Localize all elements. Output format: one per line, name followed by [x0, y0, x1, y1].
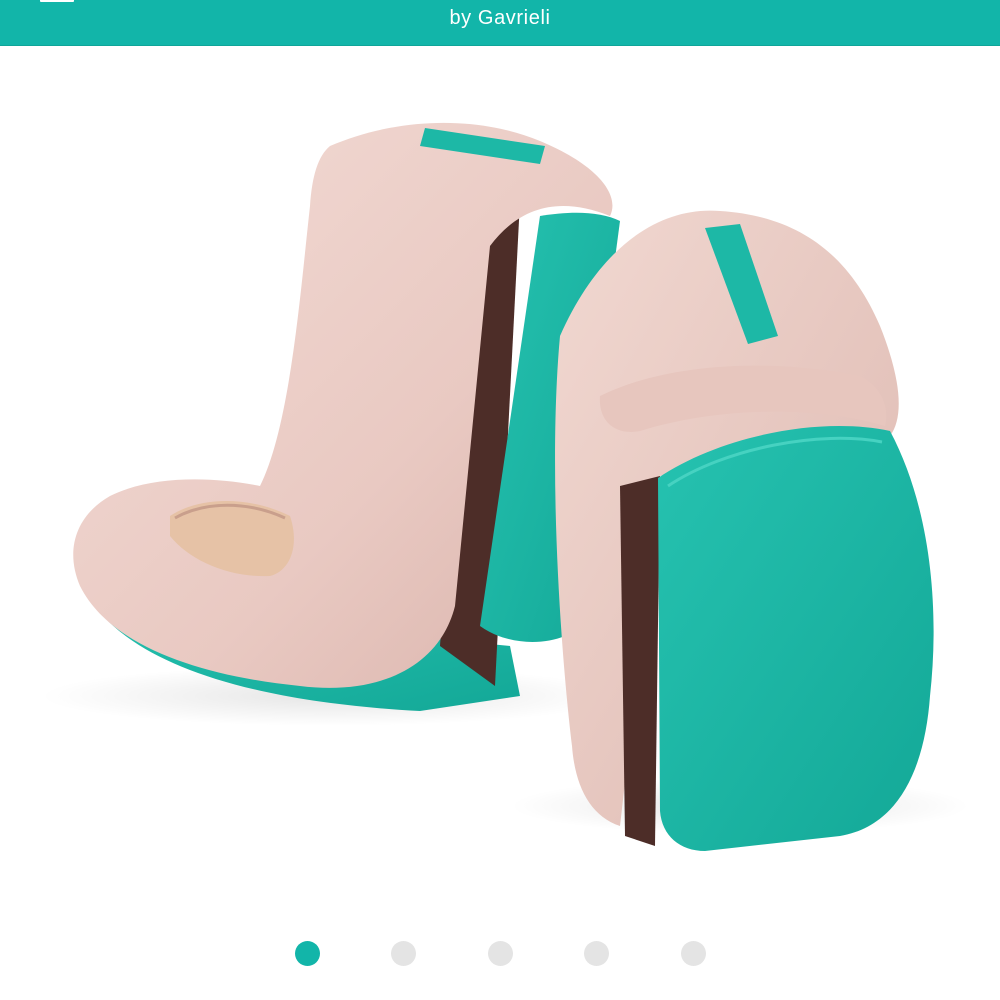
brand-subtitle: by Gavrieli	[449, 7, 551, 29]
top-header-bar: by Gavrieli	[0, 0, 1000, 46]
carousel-dot-3[interactable]	[488, 941, 513, 966]
carousel-dot-2[interactable]	[391, 941, 416, 966]
carousel-pagination	[0, 941, 1000, 967]
product-image-carousel[interactable]	[0, 46, 1000, 926]
carousel-dot-4[interactable]	[584, 941, 609, 966]
shopping-bag-icon[interactable]	[910, 0, 966, 8]
carousel-dot-5[interactable]	[681, 941, 706, 966]
hamburger-menu-icon[interactable]	[40, 0, 74, 2]
carousel-dot-1[interactable]	[295, 941, 320, 966]
ballet-flats-product-photo	[40, 122, 970, 851]
